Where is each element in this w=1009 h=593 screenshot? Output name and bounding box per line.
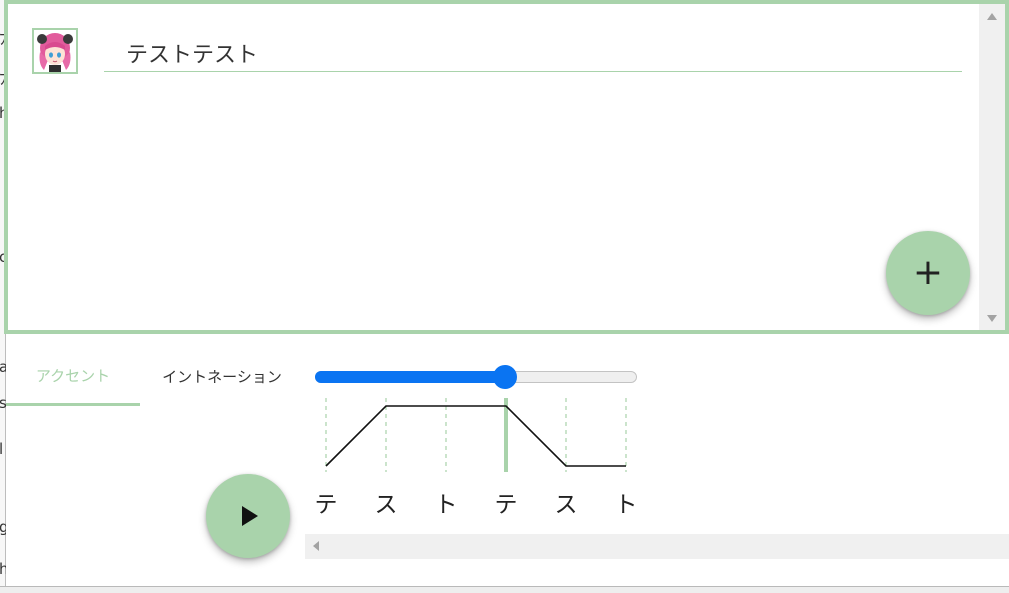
character-portrait-icon <box>34 30 76 72</box>
vertical-scrollbar[interactable] <box>979 4 1005 330</box>
tab-intonation[interactable]: イントネーション <box>154 348 290 404</box>
play-icon <box>242 506 258 526</box>
bg-char: l <box>0 440 4 458</box>
character-avatar[interactable] <box>32 28 78 74</box>
mora-label: テ <box>495 492 518 518</box>
pitch-line <box>325 405 626 467</box>
accent-editor-pane: アクセント イントネーション テ ス ト テ ス ト <box>6 334 1009 586</box>
scroll-left-arrow-icon[interactable] <box>313 541 319 551</box>
mora-label: ト <box>615 492 638 518</box>
slider-fill <box>315 371 511 383</box>
tab-accent[interactable]: アクセント <box>6 348 140 406</box>
tab-accent-label: アクセント <box>35 367 111 385</box>
accent-position-slider[interactable] <box>315 364 637 389</box>
horizontal-scrollbar[interactable] <box>305 534 1009 559</box>
mora-label: ト <box>435 492 458 518</box>
mora-label: ス <box>375 492 398 518</box>
scroll-down-arrow-icon[interactable] <box>987 315 997 322</box>
audio-cell-pane: + <box>4 0 1009 334</box>
add-cell-button[interactable]: + <box>886 231 970 315</box>
mora-label: ス <box>555 492 578 518</box>
mora-label: テ <box>315 492 338 518</box>
play-button[interactable] <box>206 474 290 558</box>
accent-graph: テストテスト <box>315 398 638 518</box>
text-input-field[interactable] <box>104 34 962 72</box>
scroll-up-arrow-icon[interactable] <box>987 13 997 20</box>
plus-icon: + <box>912 252 944 293</box>
slider-thumb[interactable] <box>492 365 517 389</box>
tab-intonation-label: イントネーション <box>162 367 282 386</box>
